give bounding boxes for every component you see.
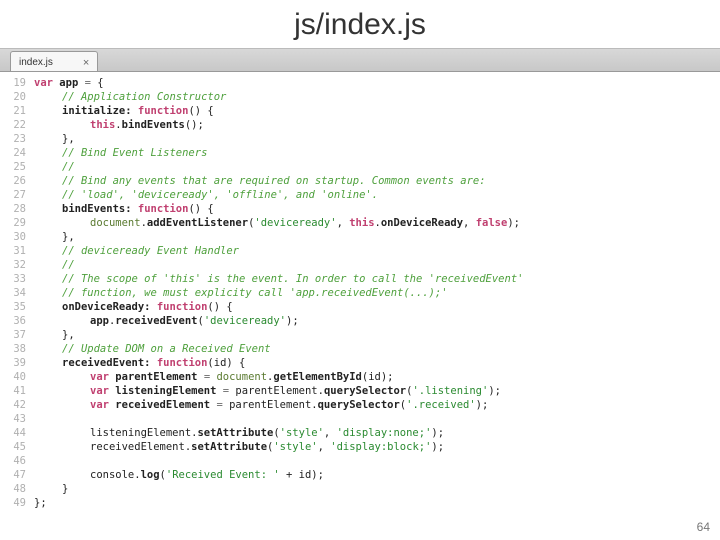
code-line: initialize: function() { (34, 104, 720, 118)
line-number: 30 (0, 230, 26, 244)
code-line: onDeviceReady: function() { (34, 300, 720, 314)
line-number: 44 (0, 426, 26, 440)
code-line: // deviceready Event Handler (34, 244, 720, 258)
line-number: 45 (0, 440, 26, 454)
line-number: 29 (0, 216, 26, 230)
line-number: 36 (0, 314, 26, 328)
code-line: var parentElement = document.getElementB… (34, 370, 720, 384)
line-number: 49 (0, 496, 26, 510)
code-line: var listeningElement = parentElement.que… (34, 384, 720, 398)
code-line: // The scope of 'this' is the event. In … (34, 272, 720, 286)
line-number: 37 (0, 328, 26, 342)
line-number: 35 (0, 300, 26, 314)
code-line: var app = { (34, 76, 720, 90)
code-line: console.log('Received Event: ' + id); (34, 468, 720, 482)
editor-tab-bar: index.js × (0, 48, 720, 72)
code-line: // Update DOM on a Received Event (34, 342, 720, 356)
line-number: 41 (0, 384, 26, 398)
line-number: 28 (0, 202, 26, 216)
code-line: }, (34, 328, 720, 342)
line-number: 48 (0, 482, 26, 496)
code-line (34, 454, 720, 468)
code-line (34, 412, 720, 426)
line-number: 42 (0, 398, 26, 412)
code-area[interactable]: var app = {// Application Constructorini… (34, 76, 720, 510)
file-tab[interactable]: index.js × (10, 51, 98, 71)
line-number: 43 (0, 412, 26, 426)
code-line: document.addEventListener('deviceready',… (34, 216, 720, 230)
line-number: 20 (0, 90, 26, 104)
tab-label: index.js (19, 57, 53, 68)
code-line: }; (34, 496, 720, 510)
code-line: bindEvents: function() { (34, 202, 720, 216)
slide-number: 64 (697, 520, 710, 534)
code-line: // (34, 258, 720, 272)
line-number: 24 (0, 146, 26, 160)
code-line: var receivedElement = parentElement.quer… (34, 398, 720, 412)
line-number: 21 (0, 104, 26, 118)
line-number: 34 (0, 286, 26, 300)
line-number-gutter: 1920212223242526272829303132333435363738… (0, 76, 34, 510)
page-title: js/index.js (0, 0, 720, 48)
line-number: 26 (0, 174, 26, 188)
line-number: 32 (0, 258, 26, 272)
code-line: // Bind Event Listeners (34, 146, 720, 160)
line-number: 40 (0, 370, 26, 384)
code-line: }, (34, 230, 720, 244)
code-line: app.receivedEvent('deviceready'); (34, 314, 720, 328)
line-number: 25 (0, 160, 26, 174)
line-number: 47 (0, 468, 26, 482)
code-line: listeningElement.setAttribute('style', '… (34, 426, 720, 440)
code-line: receivedElement.setAttribute('style', 'd… (34, 440, 720, 454)
code-line: // function, we must explicity call 'app… (34, 286, 720, 300)
line-number: 27 (0, 188, 26, 202)
line-number: 19 (0, 76, 26, 90)
code-line: // Application Constructor (34, 90, 720, 104)
line-number: 46 (0, 454, 26, 468)
code-line: // (34, 160, 720, 174)
code-line: } (34, 482, 720, 496)
code-line: // 'load', 'deviceready', 'offline', and… (34, 188, 720, 202)
line-number: 33 (0, 272, 26, 286)
code-editor: 1920212223242526272829303132333435363738… (0, 72, 720, 510)
line-number: 31 (0, 244, 26, 258)
code-line: receivedEvent: function(id) { (34, 356, 720, 370)
line-number: 39 (0, 356, 26, 370)
close-icon[interactable]: × (83, 57, 89, 69)
code-line: // Bind any events that are required on … (34, 174, 720, 188)
line-number: 22 (0, 118, 26, 132)
code-line: }, (34, 132, 720, 146)
line-number: 38 (0, 342, 26, 356)
code-line: this.bindEvents(); (34, 118, 720, 132)
line-number: 23 (0, 132, 26, 146)
